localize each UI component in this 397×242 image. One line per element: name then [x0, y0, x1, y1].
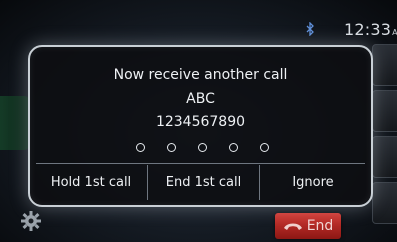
- head-unit-screen: 12:33AM End Now receive another call ABC…: [0, 0, 397, 242]
- status-bar: 12:33AM: [0, 8, 397, 42]
- ring-dot: [260, 143, 269, 152]
- hold-first-call-button[interactable]: Hold 1st call: [36, 165, 146, 200]
- incoming-call-dialog: Now receive another call ABC 1234567890 …: [28, 45, 373, 207]
- caller-name: ABC: [186, 91, 215, 107]
- clock-time: 12:33: [344, 20, 392, 39]
- right-side-button-2[interactable]: [372, 90, 397, 132]
- clock: 12:33AM: [344, 20, 397, 39]
- clock-ampm: AM: [392, 28, 397, 37]
- dialog-actions: Hold 1st call End 1st call Ignore: [36, 163, 365, 200]
- dialog-title: Now receive another call: [113, 67, 288, 83]
- ignore-button[interactable]: Ignore: [259, 165, 366, 200]
- gear-icon[interactable]: [20, 210, 42, 232]
- ring-dot: [198, 143, 207, 152]
- ring-dot: [136, 143, 145, 152]
- right-side-button-4[interactable]: [372, 182, 397, 224]
- ring-dot: [167, 143, 176, 152]
- bluetooth-icon: [306, 22, 314, 36]
- ring-indicator: [134, 143, 274, 155]
- caller-number: 1234567890: [155, 114, 246, 130]
- right-side-button-1[interactable]: [372, 44, 397, 86]
- end-call-button[interactable]: End: [275, 213, 341, 239]
- end-first-call-button[interactable]: End 1st call: [147, 165, 259, 200]
- phone-hangup-icon: [283, 223, 302, 230]
- left-side-tab[interactable]: [0, 96, 30, 150]
- end-call-label: End: [306, 218, 334, 234]
- ring-dot: [229, 143, 238, 152]
- right-side-button-3[interactable]: [372, 136, 397, 178]
